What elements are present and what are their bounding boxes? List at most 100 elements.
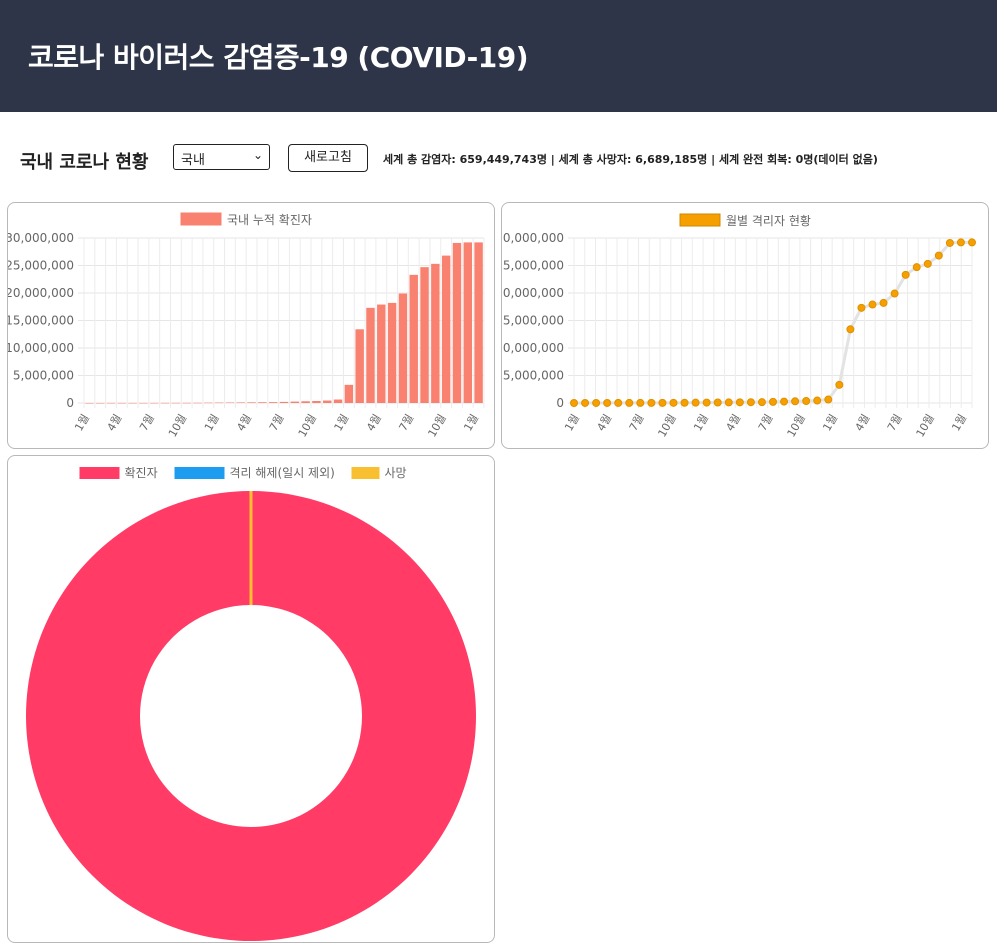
line-point (879, 298, 888, 307)
line-point (680, 398, 689, 407)
legend-swatch (351, 467, 380, 479)
bar-mark (236, 402, 245, 403)
bar-mark (377, 304, 386, 403)
y-tick-label: 25,000,000 (502, 259, 564, 273)
bar-mark (290, 401, 300, 403)
bar-mark (85, 402, 94, 404)
region-select[interactable]: 국내 ⌄ (173, 144, 270, 170)
bar-mark (258, 402, 267, 403)
line-point (625, 398, 634, 407)
line-point (956, 238, 965, 247)
bar-mark (193, 402, 202, 404)
bar-mark (312, 400, 321, 403)
bar-mark (128, 402, 137, 404)
line-point (713, 398, 722, 407)
line-point (890, 289, 899, 298)
y-tick-label: 20,000,000 (8, 286, 74, 300)
y-tick-label: 15,000,000 (502, 314, 564, 328)
line-point (746, 398, 755, 407)
monthly-isolation-line-chart: 월별 격리자 현황 0 5,000,000 10,000,000 15,000,000 2… (495, 213, 976, 439)
bar-mark (344, 384, 354, 403)
line-point (923, 259, 932, 268)
bar-mark (96, 402, 105, 404)
y-tick-label: 15,000,000 (8, 314, 74, 328)
line-point (724, 398, 733, 407)
x-tick-label: 7월 (397, 412, 417, 433)
line-point (669, 398, 678, 407)
refresh-button[interactable]: 새로고침 (288, 144, 368, 172)
x-tick-label: 4월 (594, 412, 614, 433)
y-tick-label: 0 (66, 396, 74, 410)
line-point (757, 398, 766, 407)
bar-mark (204, 402, 213, 404)
bar-mark (452, 242, 462, 403)
bar-mark (398, 293, 408, 403)
bar-mark (214, 402, 224, 404)
line-point (647, 398, 656, 407)
line-point (780, 397, 789, 406)
line-point (824, 395, 833, 404)
bar-mark (106, 402, 116, 404)
line-point (581, 398, 590, 407)
region-select-value: 국내 (181, 153, 205, 168)
legend-label: 격리 해제(일시 제외) (230, 466, 335, 480)
y-tick-label: 10,000,000 (502, 341, 564, 355)
line-point (912, 263, 921, 272)
status-doughnut-chart: 확진자 격리 해제(일시 제외) 사망 (25, 466, 476, 941)
x-tick-label: 4월 (364, 412, 384, 433)
app-header: 코로나 바이러스 감염증-19 (COVID-19) (0, 0, 997, 112)
bar-mark (409, 274, 418, 403)
cumulative-bar-chart: 국내 누적 확진자 0 5,000,000 10,000,000 15,000,000 2… (5, 212, 485, 439)
x-tick-label: 1월 (72, 412, 92, 433)
bar-mark (247, 402, 256, 403)
line-point (945, 238, 954, 247)
x-tick-label: 10월 (785, 412, 808, 439)
bar-mark (463, 242, 472, 403)
doughnut-chart-card: 확진자 격리 해제(일시 제외) 사망 (7, 455, 495, 943)
section-title: 국내 코로나 현황 (20, 152, 149, 173)
bar-mark (117, 402, 127, 404)
x-tick-label: 10월 (166, 412, 189, 439)
legend-cumulative-swatch (180, 212, 222, 226)
bar-mark (355, 329, 364, 403)
bar-mark (387, 302, 397, 403)
x-tick-label: 7월 (137, 412, 157, 433)
bar-mark (474, 242, 483, 403)
y-tick-label: 10,000,000 (8, 341, 74, 355)
line-point (592, 398, 601, 407)
line-point (868, 300, 877, 309)
x-tick-label: 1월 (691, 412, 711, 433)
bar-mark (420, 267, 429, 403)
line-point (691, 398, 700, 407)
x-tick-label: 1월 (949, 412, 969, 433)
line-point (835, 380, 844, 389)
bar-mark (182, 402, 191, 404)
bar-mark (441, 255, 451, 403)
legend-cumulative-label: 국내 누적 확진자 (227, 213, 312, 227)
line-point (702, 398, 711, 407)
x-tick-label: 1월 (202, 412, 222, 433)
line-point (735, 398, 744, 407)
x-tick-label: 4월 (234, 412, 254, 433)
y-tick-label: 30,000,000 (8, 231, 74, 245)
world-stats-text: 세계 총 감염자: 659,449,743명 | 세계 총 사망자: 6,689… (383, 153, 878, 166)
x-tick-label: 1월 (820, 412, 840, 433)
toolbar: 국내 코로나 현황 국내 ⌄ 새로고침 세계 총 감염자: 659,449,74… (0, 140, 997, 180)
legend-isolation-swatch (679, 213, 721, 227)
series-line (574, 240, 972, 405)
bar-mark (333, 399, 343, 403)
page-title: 코로나 바이러스 감염증-19 (COVID-19) (28, 41, 529, 74)
bar-mark (171, 402, 181, 404)
bar-mark (366, 307, 375, 403)
chevron-down-icon: ⌄ (252, 148, 263, 162)
line-chart-card: 월별 격리자 현황 0 5,000,000 10,000,000 15,000,000 2… (495, 202, 989, 449)
line-point (769, 397, 777, 406)
y-tick-label: 5,000,000 (503, 369, 564, 383)
y-tick-label: 25,000,000 (8, 259, 74, 273)
line-point (570, 398, 578, 407)
line-point (603, 398, 612, 407)
bar-mark (160, 402, 170, 404)
x-tick-label: 4월 (105, 412, 125, 433)
legend-label: 확진자 (125, 466, 158, 480)
line-point (934, 251, 943, 260)
